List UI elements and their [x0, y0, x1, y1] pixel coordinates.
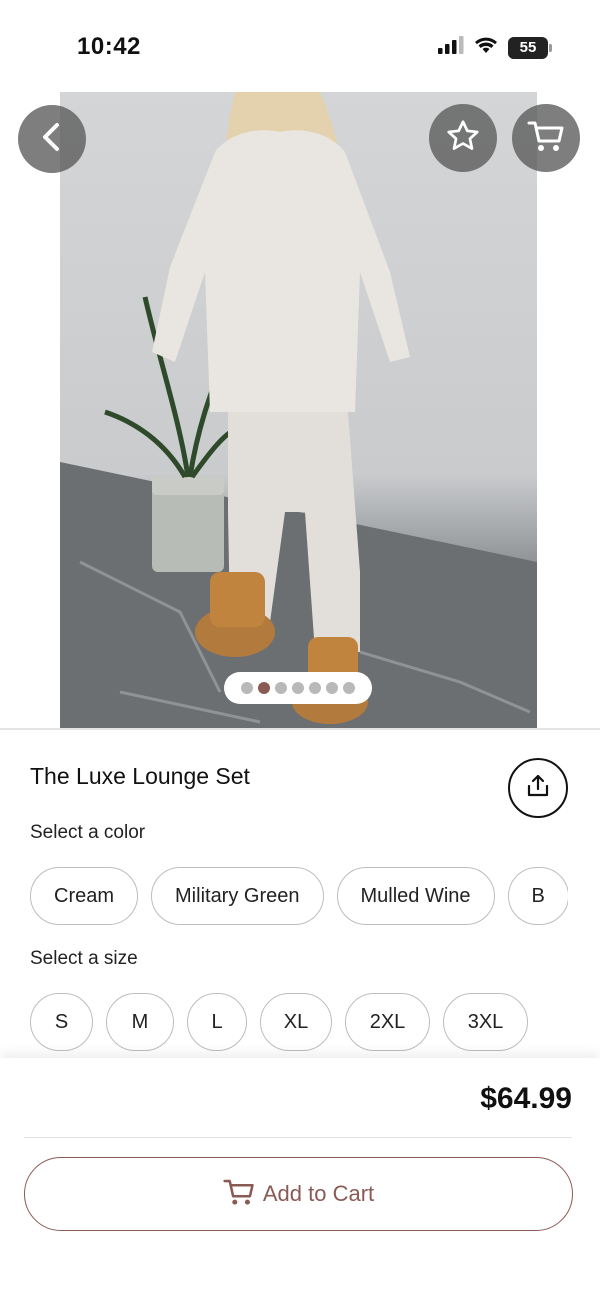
battery-icon: 55	[508, 36, 552, 59]
color-option-military-green[interactable]: Military Green	[151, 867, 324, 925]
size-options: S M L XL 2XL 3XL	[30, 993, 528, 1051]
back-button[interactable]	[18, 105, 86, 173]
pagination-dot[interactable]	[275, 682, 287, 694]
cart-icon	[223, 1177, 255, 1212]
pagination-dot[interactable]	[343, 682, 355, 694]
add-to-cart-button[interactable]: Add to Cart	[24, 1157, 573, 1231]
size-option-s[interactable]: S	[30, 993, 93, 1051]
pagination-dot[interactable]	[326, 682, 338, 694]
product-image[interactable]	[60, 92, 537, 728]
color-options: Cream Military Green Mulled Wine B	[30, 867, 568, 925]
wifi-icon	[474, 36, 498, 59]
divider	[0, 728, 600, 730]
cart-icon	[527, 119, 565, 158]
status-icons: 55	[438, 36, 552, 59]
divider	[24, 1137, 572, 1138]
size-option-3xl[interactable]: 3XL	[443, 993, 528, 1051]
battery-level-text: 55	[519, 39, 537, 56]
add-to-cart-label: Add to Cart	[262, 1181, 375, 1206]
color-section-label: Select a color	[30, 822, 146, 843]
image-pagination[interactable]	[224, 672, 372, 704]
cart-button[interactable]	[512, 104, 580, 172]
status-bar: 10:42 55	[0, 0, 600, 92]
status-time: 10:42	[77, 33, 141, 60]
pagination-dot[interactable]	[241, 682, 253, 694]
size-option-m[interactable]: M	[106, 993, 174, 1051]
size-option-2xl[interactable]: 2XL	[345, 993, 430, 1051]
pagination-dot[interactable]	[309, 682, 321, 694]
product-title: The Luxe Lounge Set	[30, 763, 250, 789]
share-icon	[525, 773, 551, 804]
star-icon	[445, 118, 481, 159]
pagination-dot-active[interactable]	[258, 682, 270, 694]
color-option-mulled-wine[interactable]: Mulled Wine	[336, 867, 495, 925]
color-option-cream[interactable]: Cream	[30, 867, 139, 925]
favorite-button[interactable]	[429, 104, 497, 172]
pagination-dot[interactable]	[292, 682, 304, 694]
share-button[interactable]	[508, 758, 568, 818]
size-option-l[interactable]: L	[187, 993, 247, 1051]
size-option-xl[interactable]: XL	[260, 993, 332, 1051]
color-option-partial[interactable]: B	[507, 867, 568, 925]
size-section-label: Select a size	[30, 948, 138, 969]
back-arrow-icon	[39, 122, 65, 157]
cellular-signal-icon	[438, 36, 464, 59]
product-price: $64.99	[480, 1082, 572, 1115]
